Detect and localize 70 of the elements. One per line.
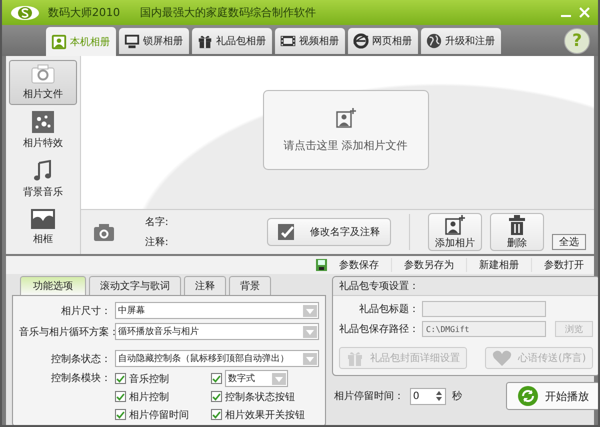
picture-frame-icon (31, 209, 55, 230)
duration-label: 相片停留时间： (334, 390, 404, 403)
close-icon[interactable] (579, 7, 590, 18)
camera-icon (31, 64, 55, 84)
sidebar-item[interactable]: 背景音乐 (9, 157, 77, 202)
tab[interactable]: 礼品包相册 (192, 28, 272, 54)
dropdown[interactable]: 自动隐藏控制条（鼠标移到顶部自动弹出） (115, 350, 319, 367)
checkbox[interactable] (211, 373, 222, 384)
add-photo-icon (445, 214, 465, 234)
sidebar-item[interactable]: 相框 (9, 206, 77, 250)
trash-icon (508, 214, 526, 234)
window-subtitle: 国内最强大的家庭数码综合制作软件 (140, 5, 316, 20)
field-label: 礼品包标题： (358, 302, 419, 316)
add-photo-button[interactable]: 添加相片 (428, 213, 482, 251)
checkbox[interactable] (115, 391, 126, 402)
dropdown[interactable]: 数字式 (225, 370, 288, 387)
option-label: 控制条模块： (50, 372, 111, 385)
spinner-arrows-icon (435, 390, 443, 402)
checkbox-label: 相片效果开关按钮 (225, 408, 305, 422)
start-playback-button[interactable]: 开始播放 (506, 382, 598, 410)
tab[interactable]: 网页相册 (348, 28, 418, 54)
name-label: 名字: (145, 216, 168, 229)
film-icon (280, 33, 296, 49)
checkbox[interactable] (115, 373, 126, 384)
tab[interactable]: 注释 (184, 276, 226, 295)
note-label: 注释: (145, 236, 168, 249)
portrait-icon (51, 34, 67, 50)
checkbox-label: 音乐控制 (129, 372, 169, 386)
checkmark-icon (278, 224, 296, 240)
tab[interactable]: 背景 (229, 276, 271, 295)
dropdown[interactable]: 循环播放音乐与相片 (115, 323, 319, 340)
monitor-icon (124, 33, 140, 49)
sidebar-item[interactable]: 相片文件 (9, 60, 77, 104)
camera-icon (93, 222, 115, 242)
field-label: 礼品包保存路径： (339, 322, 419, 336)
add-photo-icon (336, 108, 356, 128)
toolbar-button[interactable]: 参数保存 (337, 258, 381, 272)
tab[interactable]: 视频相册 (275, 28, 345, 54)
sidebar-item[interactable]: 相片特效 (9, 108, 77, 153)
edit-name-button[interactable]: 修改名字及注释 (267, 218, 391, 246)
logo-icon (10, 4, 40, 20)
toolbar-button[interactable]: 参数另存为 (402, 258, 456, 272)
checkbox[interactable] (211, 409, 222, 420)
checkbox-label: 相片停留时间 (129, 408, 189, 422)
tab[interactable]: 功能选项 (20, 276, 86, 295)
refresh-icon (517, 385, 539, 407)
toolbar-button[interactable]: 新建相册 (477, 258, 521, 272)
save-icon (316, 259, 327, 271)
tab[interactable]: 滚动文字与歌词 (89, 276, 181, 295)
music-note-icon (34, 160, 52, 182)
option-label: 控制条状态： (50, 352, 111, 366)
checkbox-label: 相片控制 (129, 390, 169, 404)
toolbar-button[interactable]: 参数打开 (542, 258, 586, 272)
checkbox-label: 控制条状态按钮 (225, 390, 295, 404)
checkbox[interactable] (115, 409, 126, 420)
checkbox[interactable] (211, 391, 222, 402)
add-photos-area[interactable]: 请点击这里 添加相片文件 (262, 90, 428, 170)
option-label: 相片尺寸： (60, 304, 111, 318)
select-all-button[interactable]: 全选 (552, 234, 586, 250)
heart-icon (492, 350, 512, 366)
duration-spinner[interactable]: 0 (410, 388, 446, 404)
tab[interactable]: 锁屏相册 (119, 28, 189, 54)
dropdown[interactable]: 中屏幕 (115, 302, 319, 319)
section-title: 礼品包专项设置： (333, 277, 598, 296)
tab[interactable]: 升级和注册 (421, 28, 501, 54)
gift-icon (197, 33, 213, 49)
delete-button[interactable]: 删除 (490, 213, 544, 251)
sparkles-icon (32, 111, 54, 134)
window-title: 数码大师2010 (48, 5, 120, 20)
seconds-unit: 秒 (452, 390, 462, 403)
